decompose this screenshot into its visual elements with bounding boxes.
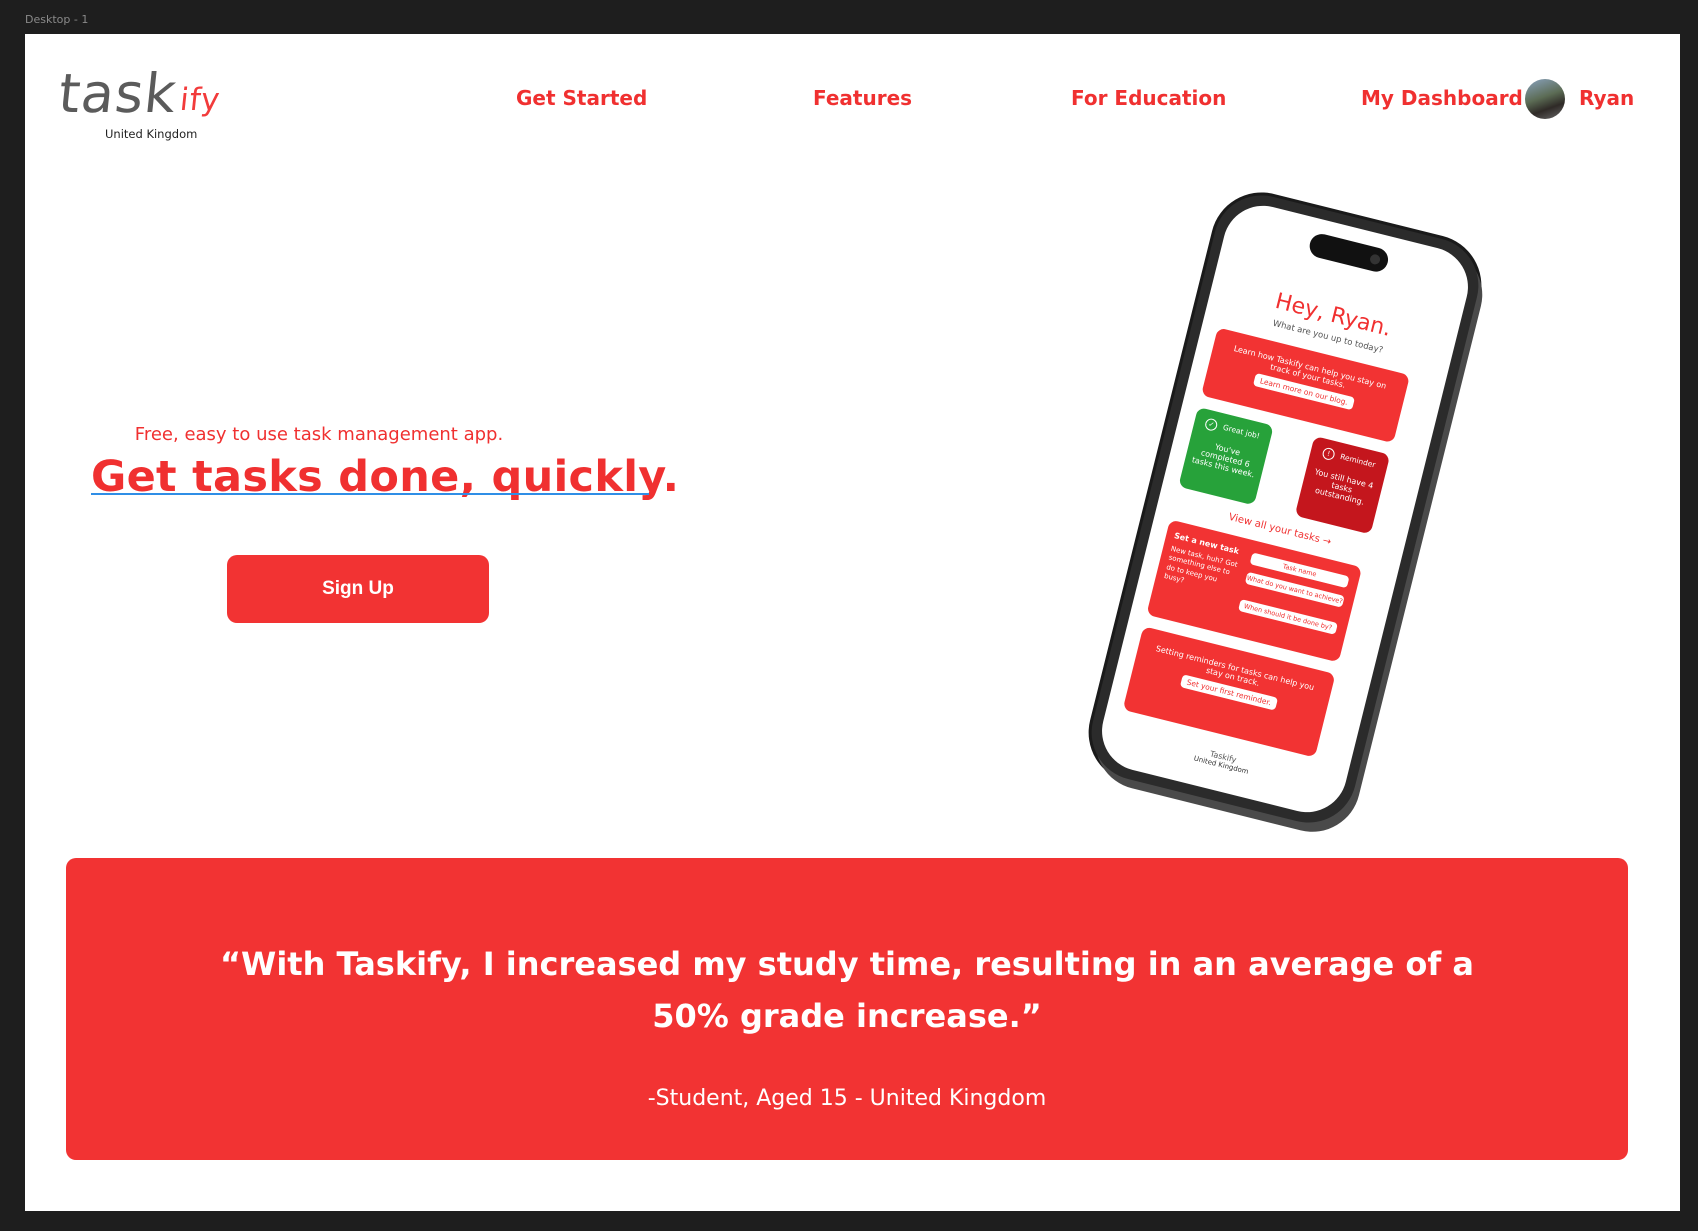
task-due-field: When should it be done by? (1238, 599, 1338, 635)
nav-for-education[interactable]: For Education (1071, 86, 1226, 110)
spellcheck-underline (91, 493, 649, 495)
reminder-title: Reminder (1339, 451, 1377, 470)
reminder-text: You still have 4 tasks outstanding. (1313, 467, 1375, 507)
alert-icon: ! (1321, 446, 1336, 462)
sign-up-button[interactable]: Sign Up (227, 555, 489, 623)
testimonial-banner: “With Taskify, I increased my study time… (66, 858, 1628, 1160)
quote-line-2: 50% grade increase.” (652, 997, 1042, 1035)
phone-mockup: Hey, Ryan. What are you up to today? Lea… (1075, 184, 1515, 844)
nav-features[interactable]: Features (813, 86, 912, 110)
frame-label: Desktop - 1 (25, 13, 89, 26)
nav-get-started[interactable]: Get Started (516, 86, 647, 110)
great-job-title: Great job! (1222, 422, 1261, 441)
nav-my-dashboard[interactable]: My Dashboard (1361, 86, 1523, 110)
logo-task-text: task (55, 62, 181, 125)
taskify-logo[interactable]: task ify United Kingdom (55, 62, 249, 144)
camera-icon (1369, 253, 1382, 266)
nav-user-name[interactable]: Ryan (1579, 86, 1634, 110)
logo-ify-text: ify (178, 82, 223, 118)
testimonial-quote: “With Taskify, I increased my study time… (66, 938, 1628, 1042)
desktop-frame: task ify United Kingdom Get Started Feat… (25, 34, 1680, 1211)
testimonial-attribution: -Student, Aged 15 - United Kingdom (647, 1086, 1047, 1111)
great-job-text: You've completed 6 tasks this week. (1190, 442, 1256, 480)
quote-line-1: “With Taskify, I increased my study time… (219, 945, 1475, 983)
great-job-card: ✓ Great job! You've completed 6 tasks thi… (1178, 406, 1274, 506)
phone-notch (1307, 231, 1391, 275)
user-avatar[interactable] (1525, 79, 1565, 119)
logo-region: United Kingdom (105, 127, 198, 141)
reminder-card: ! Reminder You still have 4 tasks outstan… (1294, 435, 1391, 535)
phone-device: Hey, Ryan. What are you up to today? Lea… (1081, 185, 1489, 833)
hero-tagline: Free, easy to use task management app. (134, 424, 504, 445)
check-icon: ✓ (1204, 417, 1219, 432)
